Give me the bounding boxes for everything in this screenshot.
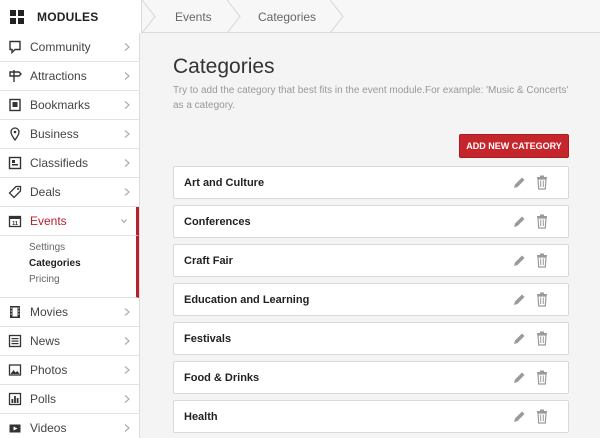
pencil-icon[interactable] bbox=[512, 176, 526, 190]
list-item: Health bbox=[173, 400, 569, 433]
category-name: Festivals bbox=[184, 332, 232, 345]
category-list: Art and Culture Conferences Craft Fair E… bbox=[173, 166, 569, 438]
sidebar-item-label: Classifieds bbox=[30, 156, 89, 170]
category-name: Craft Fair bbox=[184, 254, 233, 267]
submenu-pricing[interactable]: Pricing bbox=[29, 272, 136, 288]
chevron-right-icon bbox=[124, 337, 130, 345]
svg-text:11: 11 bbox=[12, 221, 18, 227]
category-name: Food & Drinks bbox=[184, 371, 260, 384]
grid-icon bbox=[10, 9, 24, 24]
chevron-right-icon bbox=[124, 424, 130, 432]
sidebar-item-label: Videos bbox=[30, 421, 67, 435]
breadcrumb-separator-icon bbox=[142, 0, 156, 33]
modules-title: MODULES bbox=[37, 9, 99, 24]
chevron-right-icon bbox=[124, 159, 130, 167]
main-content: Categories Try to add the category that … bbox=[141, 33, 600, 438]
sidebar-item-polls[interactable]: Polls bbox=[0, 385, 139, 414]
sidebar-item-community[interactable]: Community bbox=[0, 33, 139, 62]
trash-icon[interactable] bbox=[535, 331, 549, 346]
category-name: Health bbox=[184, 410, 218, 423]
breadcrumb-separator-icon bbox=[330, 0, 344, 33]
chevron-right-icon bbox=[124, 101, 130, 109]
sidebar-item-attractions[interactable]: Attractions bbox=[0, 62, 139, 91]
submenu-settings[interactable]: Settings bbox=[29, 240, 136, 256]
breadcrumb-separator-icon bbox=[227, 0, 241, 33]
list-item: Festivals bbox=[173, 322, 569, 355]
list-item: Craft Fair bbox=[173, 244, 569, 277]
trash-icon[interactable] bbox=[535, 214, 549, 229]
page-title: Categories bbox=[173, 55, 275, 78]
sidebar-item-label: Polls bbox=[30, 392, 57, 406]
breadcrumb-categories[interactable]: Categories bbox=[258, 0, 316, 33]
chevron-right-icon bbox=[124, 72, 130, 80]
pencil-icon[interactable] bbox=[512, 371, 526, 385]
business-icon bbox=[8, 127, 22, 141]
trash-icon[interactable] bbox=[535, 292, 549, 307]
sidebar-item-label: Deals bbox=[30, 185, 61, 199]
sidebar-item-bookmarks[interactable]: Bookmarks bbox=[0, 91, 139, 120]
calendar-icon: 11 bbox=[8, 214, 22, 228]
sidebar-item-label: Photos bbox=[30, 363, 68, 377]
category-name: Education and Learning bbox=[184, 293, 310, 306]
sidebar-item-label: Attractions bbox=[30, 69, 87, 83]
sidebar-item-label: Bookmarks bbox=[30, 98, 91, 112]
modules-header[interactable]: MODULES bbox=[0, 0, 142, 33]
poll-icon bbox=[8, 392, 22, 406]
trash-icon[interactable] bbox=[535, 253, 549, 268]
sidebar: Community Attractions Bookmarks Business… bbox=[0, 33, 140, 438]
events-submenu: Settings Categories Pricing bbox=[0, 236, 139, 298]
sidebar-item-label: Community bbox=[30, 40, 91, 54]
trash-icon[interactable] bbox=[535, 175, 549, 190]
sidebar-item-events[interactable]: 11 Events bbox=[0, 207, 139, 236]
attractions-icon bbox=[8, 69, 22, 83]
page-description: Try to add the category that best fits i… bbox=[173, 85, 569, 111]
sidebar-item-movies[interactable]: Movies bbox=[0, 298, 139, 327]
pencil-icon[interactable] bbox=[512, 254, 526, 268]
list-item: Conferences bbox=[173, 205, 569, 238]
sidebar-item-label: Business bbox=[30, 127, 79, 141]
bookmarks-icon bbox=[8, 98, 22, 112]
chevron-right-icon bbox=[124, 43, 130, 51]
video-icon bbox=[8, 421, 22, 435]
list-item: Food & Drinks bbox=[173, 361, 569, 394]
list-item: Education and Learning bbox=[173, 283, 569, 316]
chevron-right-icon bbox=[124, 188, 130, 196]
sidebar-item-videos[interactable]: Videos bbox=[0, 414, 139, 438]
classifieds-icon bbox=[8, 156, 22, 170]
pencil-icon[interactable] bbox=[512, 215, 526, 229]
category-name: Art and Culture bbox=[184, 176, 265, 189]
sidebar-item-label: News bbox=[30, 334, 61, 348]
sidebar-item-label: Movies bbox=[30, 305, 69, 319]
sidebar-item-news[interactable]: News bbox=[0, 327, 139, 356]
top-bar: MODULES Events Categories bbox=[0, 0, 600, 33]
tag-icon bbox=[8, 185, 22, 199]
trash-icon[interactable] bbox=[535, 370, 549, 385]
image-icon bbox=[8, 363, 22, 377]
submenu-categories[interactable]: Categories bbox=[29, 256, 136, 272]
pencil-icon[interactable] bbox=[512, 332, 526, 346]
newspaper-icon bbox=[8, 334, 22, 348]
pencil-icon[interactable] bbox=[512, 410, 526, 424]
trash-icon[interactable] bbox=[535, 409, 549, 424]
category-name: Conferences bbox=[184, 215, 251, 228]
chevron-right-icon bbox=[124, 308, 130, 316]
community-icon bbox=[8, 40, 22, 54]
sidebar-item-photos[interactable]: Photos bbox=[0, 356, 139, 385]
breadcrumb-events[interactable]: Events bbox=[175, 0, 212, 33]
sidebar-item-classifieds[interactable]: Classifieds bbox=[0, 149, 139, 178]
sidebar-item-label: Events bbox=[30, 214, 67, 228]
chevron-down-icon bbox=[121, 219, 127, 224]
chevron-right-icon bbox=[124, 366, 130, 374]
sidebar-item-business[interactable]: Business bbox=[0, 120, 139, 149]
add-category-button[interactable]: ADD NEW CATEGORY bbox=[459, 134, 569, 158]
chevron-right-icon bbox=[124, 395, 130, 403]
pencil-icon[interactable] bbox=[512, 293, 526, 307]
sidebar-item-deals[interactable]: Deals bbox=[0, 178, 139, 207]
list-item: Art and Culture bbox=[173, 166, 569, 199]
film-icon bbox=[8, 305, 22, 319]
chevron-right-icon bbox=[124, 130, 130, 138]
